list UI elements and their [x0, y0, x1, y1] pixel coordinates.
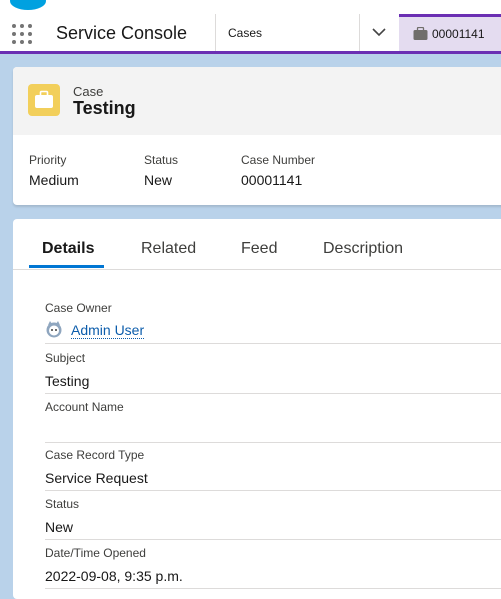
field-value: Service Request — [45, 470, 148, 486]
field-account-name: Account Name — [45, 394, 501, 443]
tab-description[interactable]: Description — [323, 240, 403, 258]
record-header: Case Testing — [13, 67, 501, 135]
field-label: Case Record Type — [45, 448, 145, 462]
app-launcher-icon[interactable] — [12, 24, 32, 44]
salesforce-logo-icon — [10, 0, 46, 10]
field-value: New — [144, 172, 173, 188]
tab-case-record[interactable]: 00001141 — [399, 14, 501, 51]
highlight-field-case-number: Case Number 00001141 — [241, 153, 315, 188]
briefcase-icon — [35, 90, 53, 108]
nav-menu-dropdown-button[interactable] — [360, 14, 398, 51]
case-object-icon — [28, 84, 60, 116]
record-highlights-panel: Case Testing Priority Medium Status New … — [13, 67, 501, 205]
tab-case-record-label: 00001141 — [432, 27, 485, 41]
tab-details[interactable]: Details — [42, 240, 94, 258]
field-subject: Subject Testing — [45, 345, 501, 394]
field-label: Subject — [45, 351, 86, 365]
global-navigation-bar: Service Console Cases 00001141 — [0, 14, 501, 54]
object-type-label: Case — [73, 84, 104, 99]
tab-cases-label: Cases — [228, 26, 263, 40]
field-value: 00001141 — [241, 172, 303, 188]
field-label: Date/Time Opened — [45, 546, 146, 560]
field-value: Medium — [29, 172, 79, 188]
field-value: New — [45, 519, 74, 535]
field-case-record-type: Case Record Type Service Request — [45, 442, 501, 491]
field-label: Status — [144, 153, 179, 167]
record-detail-card: Details Related Feed Description Case Ow… — [13, 219, 501, 599]
highlight-field-status: Status New — [144, 153, 178, 188]
top-strip — [0, 0, 501, 14]
field-label: Case Number — [241, 153, 316, 167]
field-label: Status — [45, 497, 80, 511]
field-value: Testing — [45, 373, 90, 389]
chevron-down-icon — [372, 28, 386, 37]
field-date-time-opened: Date/Time Opened 2022-09-08, 9:35 p.m. — [45, 540, 501, 589]
field-case-owner: Case Owner Admin User — [45, 295, 501, 344]
tab-feed[interactable]: Feed — [241, 240, 277, 258]
field-label: Priority — [29, 153, 67, 167]
tab-related[interactable]: Related — [141, 240, 196, 258]
case-owner-link[interactable]: Admin User — [71, 323, 145, 339]
active-tab-indicator — [29, 265, 104, 268]
app-name: Service Console — [56, 23, 188, 43]
highlight-field-priority: Priority Medium — [29, 153, 79, 188]
tab-cases[interactable]: Cases — [216, 14, 358, 51]
field-status: Status New — [45, 491, 501, 540]
briefcase-icon — [413, 27, 428, 40]
field-label: Account Name — [45, 400, 124, 414]
user-avatar-icon — [46, 321, 62, 338]
record-title: Testing — [73, 98, 136, 118]
record-tabset: Details Related Feed Description — [13, 219, 501, 270]
field-value: 2022-09-08, 9:35 p.m. — [45, 568, 183, 584]
field-label: Case Owner — [45, 301, 112, 315]
